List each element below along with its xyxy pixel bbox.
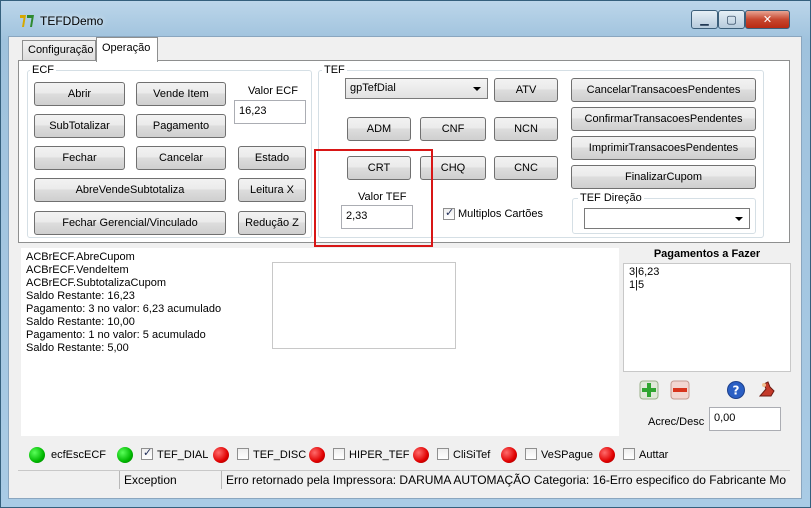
log-line: Saldo Restante: 5,00 [26, 342, 129, 354]
tef-disc-status-icon [213, 447, 229, 463]
vespague-checkbox[interactable] [525, 448, 537, 460]
tef-group-label: TEF [322, 64, 347, 76]
highlight-rectangle [314, 149, 433, 247]
tef-dial-checkbox[interactable] [141, 446, 153, 460]
adm-button[interactable]: ADM [347, 117, 411, 141]
add-icon[interactable] [639, 380, 659, 400]
log-line: Saldo Restante: 10,00 [26, 316, 135, 328]
vespague-status-icon [501, 447, 517, 463]
auttar-checkbox[interactable] [623, 448, 635, 460]
ncn-button[interactable]: NCN [494, 117, 558, 141]
log-line: Saldo Restante: 16,23 [26, 290, 135, 302]
estado-button[interactable]: Estado [238, 146, 306, 170]
vespague-label: VeSPague [541, 449, 593, 461]
tef-dial-label: TEF_DIAL [157, 449, 209, 461]
tef-disc-checkbox[interactable] [237, 448, 249, 460]
log-line: ACBrECF.VendeItem [26, 264, 129, 276]
valor-ecf-label: Valor ECF [248, 85, 298, 97]
pagamentos-list[interactable]: 3|6,23 1|5 [623, 263, 791, 372]
finalizar-cupom-button[interactable]: FinalizarCupom [571, 165, 756, 189]
confirmar-transacoes-pendentes-button[interactable]: ConfirmarTransacoesPendentes [571, 107, 756, 131]
fechar-button[interactable]: Fechar [34, 146, 125, 170]
multiplos-cartoes-label: Multiplos Cartões [458, 208, 543, 220]
list-item[interactable]: 3|6,23 [629, 266, 659, 279]
auttar-status-icon [599, 447, 615, 463]
leitura-x-button[interactable]: Leitura X [238, 178, 306, 202]
tab-operacao[interactable]: Operação [96, 37, 158, 62]
chevron-down-icon [473, 87, 481, 91]
ecf-esc-ecf-status-icon [29, 447, 45, 463]
remove-icon[interactable] [670, 380, 690, 400]
status-cell-message: Erro retornado pela Impressora: DARUMA A… [221, 471, 788, 489]
cnc-button[interactable]: CNC [494, 156, 558, 180]
log-line: ACBrECF.SubtotalizaCupom [26, 277, 167, 289]
minimize-icon: ▁ [700, 13, 709, 26]
valor-ecf-input[interactable]: 16,23 [234, 100, 306, 124]
acrec-desc-label: Acrec/Desc [648, 416, 705, 428]
close-button[interactable]: ✕ [745, 10, 790, 29]
receipt-preview-box [272, 262, 456, 349]
maximize-icon: ▢ [726, 13, 737, 26]
hiper-tef-label: HIPER_TEF [349, 449, 410, 461]
vende-item-button[interactable]: Vende Item [136, 82, 226, 106]
tef-dial-status-icon [117, 447, 133, 463]
tef-direcao-select[interactable] [584, 208, 750, 229]
gp-tef-select[interactable]: gpTefDial [345, 78, 488, 99]
fechar-gerencial-button[interactable]: Fechar Gerencial/Vinculado [34, 211, 226, 235]
list-item[interactable]: 1|5 [629, 279, 644, 292]
tef-direcao-label: TEF Direção [578, 192, 644, 204]
cancelar-button[interactable]: Cancelar [136, 146, 226, 170]
chevron-down-icon [735, 217, 743, 221]
tab-configuracao[interactable]: Configuração [22, 40, 96, 61]
cancelar-transacoes-pendentes-button[interactable]: CancelarTransacoesPendentes [571, 78, 756, 102]
svg-text:?: ? [733, 384, 740, 398]
auttar-label: Auttar [639, 449, 669, 461]
atv-button[interactable]: ATV [494, 78, 558, 102]
log-line: ACBrECF.AbreCupom [26, 251, 135, 263]
log-line: Pagamento: 3 no valor: 6,23 acumulado [26, 303, 222, 315]
maximize-button[interactable]: ▢ [718, 10, 745, 29]
minimize-button[interactable]: ▁ [691, 10, 718, 29]
log-lines: ACBrECF.AbreCupom ACBrECF.VendeItem ACBr… [26, 251, 221, 355]
app-icon [20, 15, 34, 27]
hiper-tef-status-icon [309, 447, 325, 463]
payment-icon[interactable] [757, 379, 777, 399]
subtotalizar-button[interactable]: SubTotalizar [34, 114, 125, 138]
acrec-desc-input[interactable]: 0,00 [709, 407, 781, 431]
pagamento-button[interactable]: Pagamento [136, 114, 226, 138]
log-line: Pagamento: 1 no valor: 5 acumulado [26, 329, 206, 341]
clisitef-status-icon [413, 447, 429, 463]
window-title: TEFDDemo [40, 14, 104, 28]
tef-disc-label: TEF_DISC [253, 449, 307, 461]
close-icon: ✕ [762, 13, 773, 26]
clisitef-label: CliSiTef [453, 449, 491, 461]
status-cell-1 [20, 471, 119, 489]
multiplos-cartoes-checkbox[interactable] [443, 206, 455, 220]
abre-vende-subtotaliza-button[interactable]: AbreVendeSubtotaliza [34, 178, 226, 202]
status-cell-exception: Exception [119, 471, 221, 489]
help-icon[interactable]: ? [726, 380, 746, 400]
cnf-button[interactable]: CNF [420, 117, 486, 141]
clisitef-checkbox[interactable] [437, 448, 449, 460]
hiper-tef-checkbox[interactable] [333, 448, 345, 460]
abrir-button[interactable]: Abrir [34, 82, 125, 106]
ecf-group-label: ECF [30, 64, 56, 76]
reducao-z-button[interactable]: Redução Z [238, 211, 306, 235]
gp-tef-selected: gpTefDial [350, 82, 396, 94]
ecf-esc-ecf-label: ecfEscECF [51, 449, 107, 461]
imprimir-transacoes-pendentes-button[interactable]: ImprimirTransacoesPendentes [571, 136, 756, 160]
pagamentos-header: Pagamentos a Fazer [623, 248, 791, 262]
